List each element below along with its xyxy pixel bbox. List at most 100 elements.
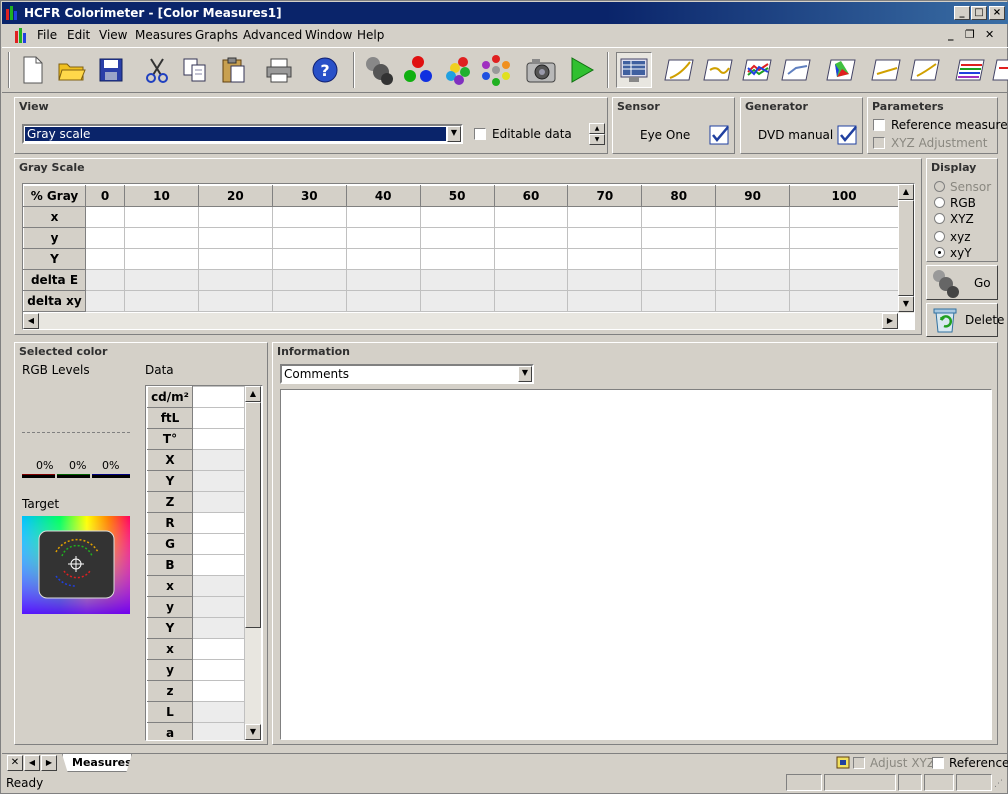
menu-help[interactable]: Help (357, 28, 384, 42)
grid-cell[interactable] (271, 206, 347, 228)
grid-cell[interactable] (419, 248, 495, 270)
target-color-chart[interactable] (22, 516, 130, 614)
paste-icon[interactable] (216, 52, 252, 88)
grid-cell[interactable] (789, 248, 899, 270)
grid-cell[interactable] (419, 206, 495, 228)
grid-cell[interactable] (124, 248, 199, 270)
grid-vertical-scrollbar[interactable]: ▲ ▼ (898, 184, 914, 313)
scroll-up-icon[interactable]: ▲ (898, 184, 914, 200)
graph-gamma-icon[interactable] (661, 52, 697, 88)
scroll-left-icon[interactable]: ◀ (23, 313, 39, 329)
graph-spectrum-icon[interactable] (952, 52, 988, 88)
grid-cell[interactable] (789, 227, 899, 249)
close-icon[interactable]: × (989, 6, 1005, 20)
menu-measures[interactable]: Measures (135, 28, 192, 42)
grid-col-header[interactable]: 50 (419, 185, 495, 207)
grid-cell[interactable] (124, 206, 199, 228)
resize-grip-icon[interactable]: ⋰ (994, 779, 1003, 789)
tab-close-icon[interactable]: ✕ (7, 755, 23, 771)
menu-file[interactable]: File (37, 28, 57, 42)
cie-chart-icon[interactable] (823, 52, 859, 88)
maximize-icon[interactable]: □ (971, 6, 987, 20)
mdi-minimize-icon[interactable]: _ (948, 28, 954, 41)
grid-cell[interactable] (84, 227, 126, 249)
color-wheel-dots-icon[interactable] (478, 52, 514, 88)
grid-cell[interactable] (567, 248, 643, 270)
new-file-icon[interactable] (15, 52, 51, 88)
grid-cell[interactable] (567, 206, 643, 228)
reference-checkbox[interactable] (932, 757, 944, 769)
grid-cell[interactable] (493, 227, 569, 249)
help-icon[interactable]: ? (307, 52, 343, 88)
grid-cell[interactable] (345, 206, 421, 228)
grid-cell[interactable] (493, 206, 569, 228)
editable-data-checkbox[interactable] (474, 128, 486, 140)
mdi-restore-icon[interactable]: ❐ (965, 28, 975, 41)
document-icon[interactable] (15, 27, 29, 43)
grid-col-header[interactable]: 70 (567, 185, 643, 207)
grid-cell[interactable] (84, 248, 126, 270)
play-icon[interactable] (563, 52, 599, 88)
menu-edit[interactable]: Edit (67, 28, 90, 42)
grid-cell[interactable] (567, 227, 643, 249)
graph-extra-icon[interactable] (991, 52, 1008, 88)
grid-cell[interactable] (84, 206, 126, 228)
grid-col-header[interactable]: 0 (84, 185, 126, 207)
scroll-down-icon[interactable]: ▼ (898, 296, 914, 312)
grid-cell[interactable] (271, 248, 347, 270)
sensor-icon[interactable] (361, 52, 397, 88)
grid-col-header[interactable]: 90 (715, 185, 791, 207)
grid-cell[interactable] (345, 227, 421, 249)
grid-cell[interactable] (715, 206, 791, 228)
menu-window[interactable]: Window (305, 28, 352, 42)
scroll-up-icon[interactable]: ▲ (245, 386, 261, 402)
tab-measures[interactable]: Measures (62, 754, 132, 772)
cut-icon[interactable] (139, 52, 175, 88)
chevron-down-icon[interactable]: ▼ (518, 366, 532, 382)
save-icon[interactable] (93, 52, 129, 88)
grid-col-header[interactable]: 20 (197, 185, 273, 207)
reference-measure-checkbox[interactable] (873, 119, 885, 131)
title-bar[interactable]: HCFR Colorimeter - [Color Measures1] _ □… (2, 2, 1008, 24)
grid-col-header[interactable]: 30 (271, 185, 347, 207)
graph-near-black-icon[interactable] (907, 52, 943, 88)
grid-cell[interactable] (345, 248, 421, 270)
grid-col-header[interactable]: 80 (641, 185, 717, 207)
go-button[interactable]: Go (926, 265, 998, 300)
sensor-configure-icon[interactable] (708, 123, 732, 147)
menu-view[interactable]: View (99, 28, 127, 42)
grid-cell[interactable] (641, 248, 717, 270)
minimize-icon[interactable]: _ (954, 6, 970, 20)
grid-cell[interactable] (197, 227, 273, 249)
rgb-dots-icon[interactable] (400, 52, 436, 88)
view-select[interactable]: Gray scale ▼ (22, 124, 463, 144)
scroll-thumb[interactable] (245, 402, 261, 628)
grid-col-header[interactable]: 60 (493, 185, 569, 207)
grid-cell[interactable] (715, 248, 791, 270)
scroll-down-icon[interactable]: ▼ (245, 724, 261, 740)
tab-prev-icon[interactable]: ◀ (24, 755, 40, 771)
grid-cell[interactable] (715, 227, 791, 249)
tab-next-icon[interactable]: ▶ (41, 755, 57, 771)
menu-advanced[interactable]: Advanced (243, 28, 302, 42)
scroll-thumb[interactable] (898, 200, 914, 296)
open-folder-icon[interactable] (54, 52, 90, 88)
information-select[interactable]: Comments ▼ (280, 364, 534, 384)
grid-cell[interactable] (124, 227, 199, 249)
graph-delta-icon[interactable] (778, 52, 814, 88)
display-radio-rgb[interactable] (934, 197, 945, 208)
print-icon[interactable] (261, 52, 297, 88)
grid-cell[interactable] (641, 227, 717, 249)
grid-cell[interactable] (641, 206, 717, 228)
colorful-dots-icon[interactable] (439, 52, 475, 88)
grid-cell[interactable] (197, 206, 273, 228)
grid-col-header[interactable]: 100 (789, 185, 899, 207)
grid-cell[interactable] (419, 227, 495, 249)
chevron-down-icon[interactable]: ▼ (447, 126, 461, 142)
display-radio-xyy[interactable] (934, 247, 945, 258)
delete-button[interactable]: Delete (926, 303, 1004, 337)
mdi-close-icon[interactable]: ✕ (985, 28, 994, 41)
grid-col-header[interactable]: 10 (124, 185, 199, 207)
scroll-right-icon[interactable]: ▶ (882, 313, 898, 329)
grid-col-header[interactable]: 40 (345, 185, 421, 207)
